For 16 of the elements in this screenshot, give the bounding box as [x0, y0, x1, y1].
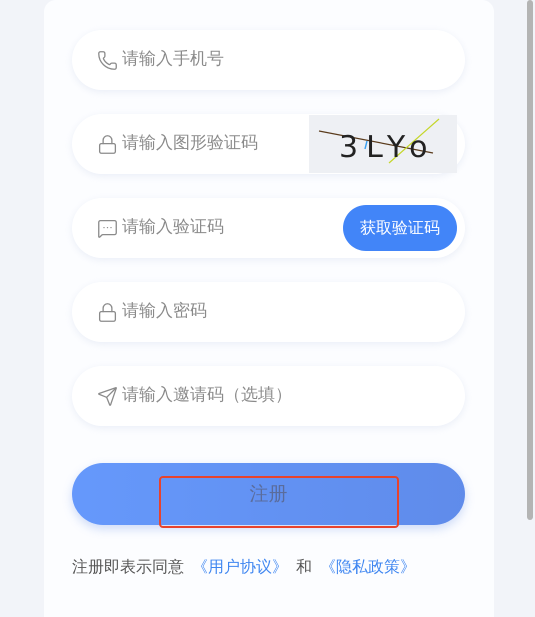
privacy-policy-link[interactable]: 《隐私政策》	[320, 555, 416, 579]
agreement-text: 注册即表示同意	[72, 556, 184, 578]
input-field[interactable]: 请输入密码	[122, 299, 457, 325]
lock-icon	[97, 134, 118, 154]
scrollbar[interactable]	[527, 0, 533, 520]
input-field[interactable]: 请输入邀请码（选填）	[122, 383, 457, 409]
send-icon	[97, 386, 118, 406]
and-text: 和	[296, 556, 312, 578]
phone-icon	[97, 50, 118, 70]
chat-icon	[97, 218, 118, 238]
input-field[interactable]: 请输入图形验证码	[122, 131, 305, 157]
user-agreement-link[interactable]: 《用户协议》	[192, 555, 288, 579]
lock-icon	[97, 302, 118, 322]
input-field[interactable]: 请输入手机号	[122, 47, 457, 73]
input-field[interactable]: 请输入验证码	[122, 215, 339, 241]
get-code-button[interactable]: 获取验证码	[343, 205, 457, 251]
